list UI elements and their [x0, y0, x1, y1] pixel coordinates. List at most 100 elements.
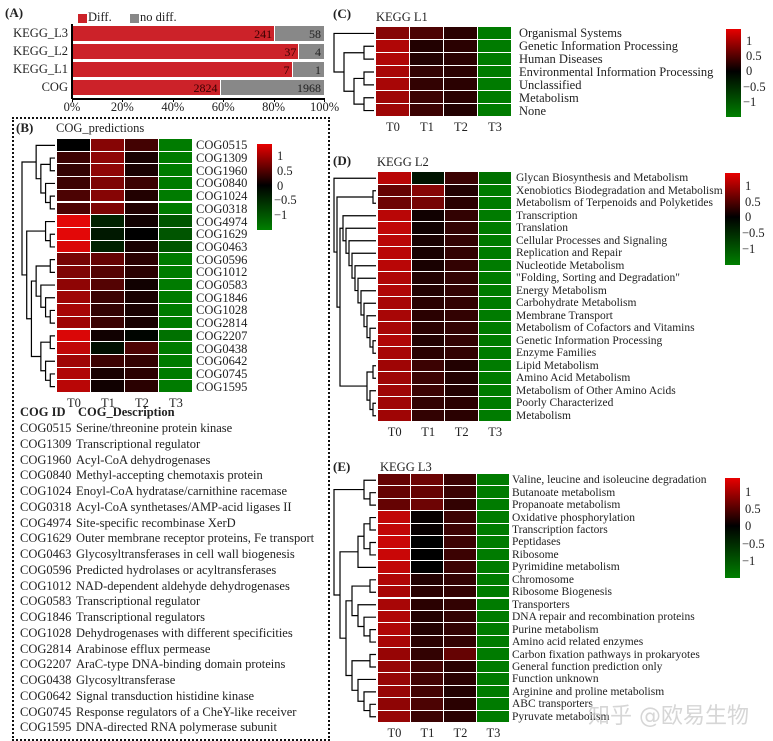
table-header-id: COG ID [20, 405, 66, 419]
dendrogram-branch [369, 653, 376, 668]
heatmap-cell [411, 222, 445, 235]
row-label: Metabolism of Terpenoids and Polyketides [516, 197, 714, 210]
heatmap-cell [378, 573, 411, 587]
heatmap-cell [91, 164, 125, 178]
dendrogram-branch [369, 516, 376, 531]
row-label: "Folding, Sorting and Degradation" [516, 272, 680, 285]
heatmap-cell [444, 561, 477, 574]
heatmap-cell [57, 342, 91, 355]
table-cell-description: Outer membrane receptor proteins, Fe tra… [76, 531, 315, 546]
heatmap-cell [378, 209, 412, 222]
heatmap-cell [478, 359, 512, 372]
row-label: Cellular Processes and Signaling [516, 234, 668, 247]
dendrogram-branch [372, 190, 376, 204]
heatmap-cell [478, 234, 512, 247]
heatmap-cell [477, 536, 510, 549]
row-label: COG0596 [196, 252, 248, 267]
heatmap-cell [57, 215, 91, 228]
heatmap-cell [57, 189, 91, 203]
heatmap-cell [378, 610, 411, 624]
colorbar-tick-label: −1 [743, 94, 757, 109]
heatmap-cell [444, 635, 477, 649]
heatmap-cell [411, 397, 445, 410]
row-label: COG0463 [196, 239, 248, 254]
heatmap-cell [478, 347, 512, 360]
heatmap-cell [478, 409, 512, 422]
row-label: COG1028 [196, 303, 248, 318]
bar-diff [72, 62, 292, 77]
dendrogram-branch [372, 402, 376, 417]
heatmap-cell [411, 648, 444, 661]
colorbar-tick-label: 0 [745, 519, 752, 534]
heatmap-cell [411, 234, 445, 247]
row-label: Ribosome Biogenesis [512, 586, 612, 599]
table-cell-id: COG1309 [20, 436, 72, 451]
heatmap-cell [478, 104, 512, 117]
colorbar [726, 29, 741, 117]
colorbar-tick-label: 0.5 [746, 49, 762, 64]
heatmap-cell [478, 309, 512, 322]
heatmap-cell [411, 561, 444, 574]
colorbar-tick-label: 1 [746, 34, 753, 49]
row-label: Enzyme Families [516, 347, 597, 360]
heatmap-cell [477, 710, 510, 723]
colorbar-tick-label: −0.5 [743, 79, 766, 94]
dendrogram-branch [372, 365, 376, 379]
table-cell-description: Arabinose efflux permease [76, 641, 211, 656]
bar-value-diff: 241 [254, 27, 273, 41]
heatmap-cell [411, 623, 444, 636]
heatmap-cell [378, 297, 412, 310]
colorbar-tick-label: −0.5 [274, 193, 297, 208]
dendrogram-branch [363, 523, 370, 550]
table-cell-description: DNA-directed RNA polymerase subunit [76, 720, 278, 735]
heatmap-cell [125, 202, 159, 216]
heatmap-cell [411, 610, 444, 624]
row-label: Membrane Transport [516, 309, 613, 322]
heatmap-cell [378, 548, 411, 562]
dendrogram-branch [357, 604, 376, 628]
column-label: T0 [387, 726, 402, 740]
dendrogram-branch [357, 535, 376, 568]
heatmap-cell [478, 78, 512, 92]
heatmap-cell [411, 372, 445, 385]
colorbar [257, 144, 272, 230]
row-label: ABC transporters [512, 698, 593, 711]
heatmap-cell [410, 78, 444, 92]
dendrogram-branch [369, 629, 376, 643]
heatmap-cell [91, 266, 125, 279]
heatmap-cell [410, 52, 444, 66]
heatmap-cell [478, 372, 512, 385]
heatmap-cell [378, 486, 411, 499]
row-label: Propanoate metabolism [512, 499, 621, 512]
heatmap-cell [411, 660, 444, 674]
heatmap-cell [159, 342, 193, 355]
heatmap-cell [411, 322, 445, 335]
row-label: COG0318 [196, 201, 248, 216]
heatmap-cell [477, 623, 510, 636]
heatmap-cell [478, 197, 512, 210]
heatmap-cell [91, 253, 125, 266]
heatmap-cell [378, 474, 411, 487]
row-label: Lipid Metabolism [516, 359, 599, 372]
column-label: T3 [486, 726, 501, 740]
colorbar-tick-label: 0 [746, 64, 753, 79]
heatmap-cell [57, 151, 91, 165]
heatmap-cell [378, 498, 411, 512]
colorbar-tick-label: 1 [277, 148, 284, 163]
dendrogram-branch [351, 660, 370, 691]
row-label: Energy Metabolism [516, 284, 607, 297]
heatmap-cell [91, 304, 125, 317]
heatmap-cell [478, 334, 512, 347]
table-cell-id: COG1846 [20, 610, 72, 624]
heatmap-cell [125, 278, 159, 292]
heatmap-cell [378, 409, 412, 422]
column-label: T1 [420, 120, 434, 134]
table-cell-description: Transcriptional regulator [76, 594, 201, 609]
row-label: Amino Acid Metabolism [516, 372, 631, 385]
x-tick-label: 60% [211, 100, 235, 114]
column-label: T1 [420, 726, 435, 740]
heatmap-cell [378, 561, 411, 574]
colorbar-tick-label: −0.5 [742, 536, 765, 551]
heatmap-cell [445, 309, 479, 322]
row-label: Metabolism [516, 409, 571, 422]
